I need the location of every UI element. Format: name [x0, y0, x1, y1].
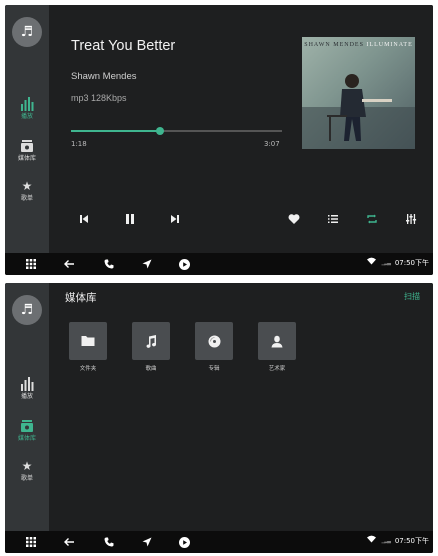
radio-icon	[5, 419, 49, 433]
pause-button[interactable]	[121, 210, 139, 228]
signal-icon: ▁▂▃	[381, 538, 390, 544]
sidebar-item-label: 媒体库	[17, 435, 36, 442]
sidebar-item-label: 播放	[20, 113, 33, 120]
sidebar-item-playlist[interactable]: ★ 歌单	[5, 179, 49, 203]
back-arrow-icon[interactable]	[60, 534, 78, 550]
star-icon: ★	[21, 459, 33, 473]
library-category-folders[interactable]: 文件夹	[68, 322, 108, 372]
skip-next-icon	[171, 215, 179, 223]
sidebar-item-library[interactable]: 媒体库	[5, 419, 49, 443]
equalizer-bars-icon	[5, 97, 49, 111]
music-note-icon	[132, 322, 170, 360]
library-main: 媒体库 扫描 文件夹 歌曲 专辑 艺术家	[49, 283, 433, 531]
playlist-button[interactable]	[324, 210, 342, 228]
equalizer-bars-icon	[5, 377, 49, 391]
play-circle-icon[interactable]	[175, 534, 193, 550]
clock: 07:50下午	[394, 259, 429, 267]
apps-grid-icon[interactable]	[22, 534, 40, 550]
song-title: Treat You Better	[71, 38, 176, 54]
clock: 07:50下午	[394, 537, 429, 545]
audio-format: mp3 128Kbps	[71, 93, 127, 103]
disc-icon	[195, 322, 233, 360]
back-arrow-icon[interactable]	[60, 256, 78, 272]
equalizer-sliders-icon	[406, 214, 417, 224]
apps-grid-icon[interactable]	[22, 256, 40, 272]
skip-previous-icon	[80, 215, 88, 223]
equalizer-button[interactable]	[402, 210, 420, 228]
now-playing-screen: ♬ 播放 媒体库 ★ 歌单 Treat You Better Shawn Men…	[5, 5, 433, 275]
sidebar: ♬ 播放 媒体库 ★ 歌单	[5, 283, 49, 531]
repeat-button[interactable]	[363, 210, 381, 228]
sidebar-item-label: 播放	[20, 393, 33, 400]
category-label: 专辑	[208, 366, 220, 372]
page-title: 媒体库	[65, 292, 97, 304]
navigation-icon[interactable]	[138, 534, 156, 550]
person-icon	[258, 322, 296, 360]
progress-slider[interactable]	[71, 127, 282, 135]
sidebar: ♬ 播放 媒体库 ★ 歌单	[5, 5, 49, 253]
scan-button[interactable]: 扫描	[404, 291, 420, 302]
folder-icon	[69, 322, 107, 360]
app-logo-icon[interactable]: ♬	[12, 17, 42, 47]
star-icon: ★	[21, 179, 33, 193]
progress-handle[interactable]	[155, 127, 164, 135]
repeat-icon	[367, 214, 377, 224]
library-category-albums[interactable]: 专辑	[194, 322, 234, 372]
sidebar-item-play[interactable]: 播放	[5, 377, 49, 401]
heart-icon	[288, 214, 300, 224]
list-icon	[328, 215, 338, 223]
sidebar-item-label: 歌单	[20, 475, 33, 482]
library-screen: ♬ 播放 媒体库 ★ 歌单 媒体库 扫描 文件夹 歌曲 专辑 艺术家 ▁▂▃ 0…	[5, 283, 433, 553]
signal-icon: ▁▂▃	[381, 260, 390, 266]
previous-button[interactable]	[75, 210, 93, 228]
favorite-button[interactable]	[285, 210, 303, 228]
album-art: SHAWN MENDES ILLUMINATE	[302, 37, 415, 149]
phone-icon[interactable]	[100, 534, 118, 550]
radio-icon	[5, 139, 49, 153]
play-circle-icon[interactable]	[175, 256, 193, 272]
progress-fill	[71, 130, 160, 132]
library-category-artists[interactable]: 艺术家	[257, 322, 297, 372]
sidebar-item-label: 歌单	[20, 195, 33, 202]
phone-icon[interactable]	[100, 256, 118, 272]
navigation-icon[interactable]	[138, 256, 156, 272]
wifi-icon	[367, 535, 376, 543]
player-main: Treat You Better Shawn Mendes mp3 128Kbp…	[49, 5, 433, 253]
system-bar: ▁▂▃ 07:50下午	[5, 253, 433, 275]
sidebar-item-playlist[interactable]: ★ 歌单	[5, 459, 49, 483]
next-button[interactable]	[166, 210, 184, 228]
library-category-songs[interactable]: 歌曲	[131, 322, 171, 372]
category-label: 歌曲	[145, 366, 157, 372]
category-label: 文件夹	[79, 366, 97, 372]
app-logo-icon[interactable]: ♬	[12, 295, 42, 325]
system-bar: ▁▂▃ 07:50下午	[5, 531, 433, 553]
total-duration: 3:07	[264, 140, 280, 148]
artist-name: Shawn Mendes	[71, 71, 137, 82]
sidebar-item-label: 媒体库	[17, 155, 36, 162]
sidebar-item-library[interactable]: 媒体库	[5, 139, 49, 163]
wifi-icon	[367, 257, 376, 265]
pause-icon	[126, 214, 134, 224]
sidebar-item-play[interactable]: 播放	[5, 97, 49, 121]
elapsed-time: 1:18	[71, 140, 87, 148]
category-label: 艺术家	[268, 366, 286, 372]
